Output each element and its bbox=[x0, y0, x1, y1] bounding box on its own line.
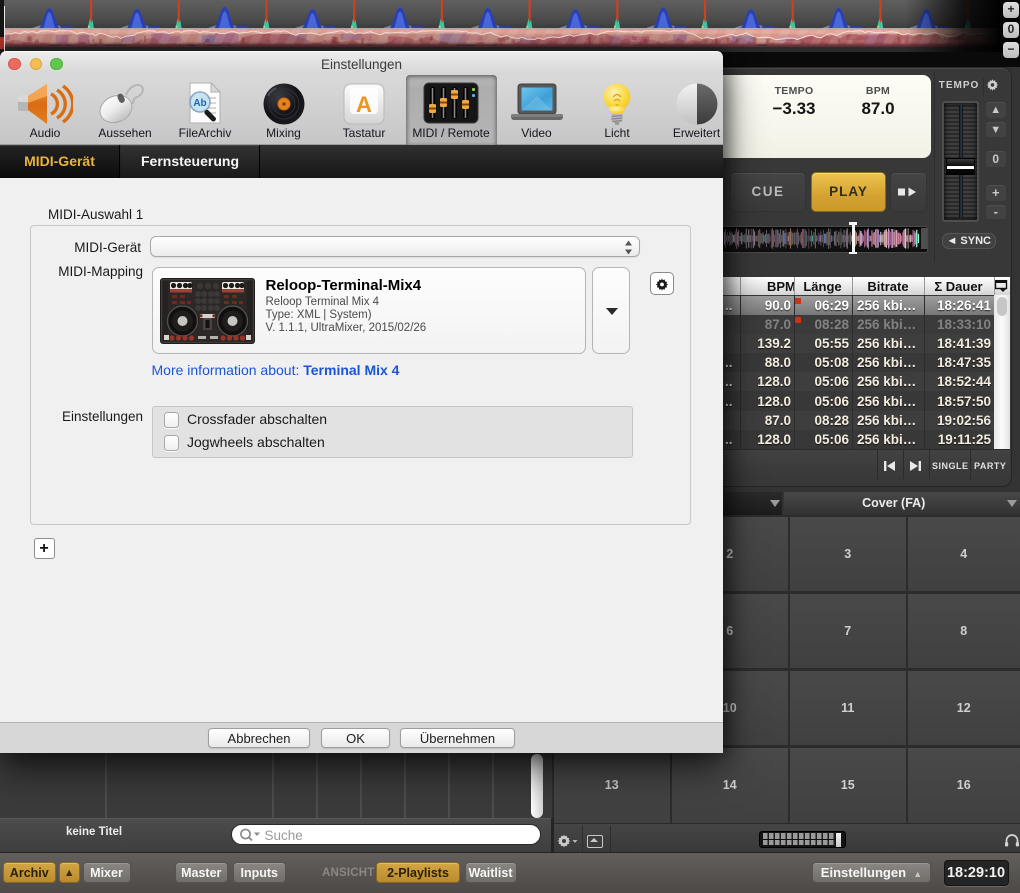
svg-text:A: A bbox=[356, 92, 372, 117]
svg-text:Ab: Ab bbox=[193, 98, 206, 109]
